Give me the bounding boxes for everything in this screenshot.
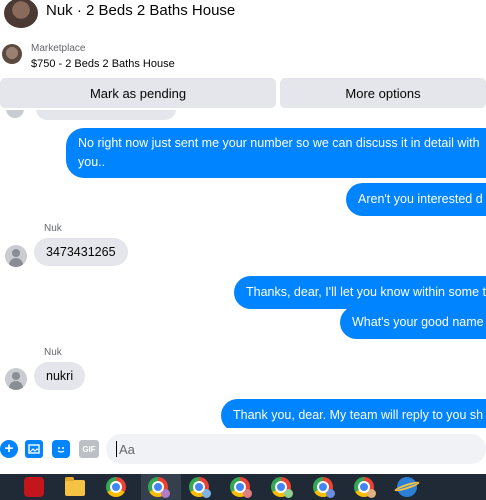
chrome-profile-icon[interactable] bbox=[313, 477, 335, 498]
outgoing-message-bubble[interactable]: What's your good name bbox=[340, 306, 486, 339]
conversation-title[interactable]: Nuk · 2 Beds 2 Baths House bbox=[46, 2, 235, 19]
chrome-profile-icon[interactable] bbox=[230, 477, 252, 498]
message-text: What's your good name bbox=[352, 315, 484, 329]
message-input-placeholder: Aa bbox=[119, 442, 135, 457]
message-text: you.. bbox=[78, 155, 106, 169]
message-text: No right now just sent me your number so… bbox=[78, 136, 480, 150]
message-text: Aren't you interested d bbox=[358, 192, 483, 206]
gif-icon[interactable]: GIF bbox=[79, 440, 99, 458]
outgoing-message-bubble[interactable]: Thank you, dear. My team will reply to y… bbox=[221, 399, 486, 428]
avatar bbox=[6, 110, 24, 118]
avatar bbox=[5, 368, 27, 390]
outgoing-message-bubble[interactable]: Thanks, dear, I'll let you know within s… bbox=[234, 276, 486, 309]
acrobat-icon[interactable] bbox=[24, 477, 44, 497]
chrome-icon[interactable] bbox=[106, 477, 126, 497]
sender-name: Nuk bbox=[44, 223, 62, 234]
message-text: nukri bbox=[46, 369, 74, 383]
chrome-profile-icon[interactable] bbox=[271, 477, 293, 498]
avatar bbox=[5, 245, 27, 267]
chrome-profile-icon[interactable] bbox=[148, 477, 170, 498]
plus-icon[interactable]: + bbox=[0, 440, 18, 458]
outgoing-message-bubble[interactable]: Aren't you interested d bbox=[346, 183, 486, 216]
text-caret bbox=[116, 441, 117, 457]
message-composer: + GIF Aa bbox=[0, 430, 486, 470]
listing-title: $750 - 2 Beds 2 Baths House bbox=[31, 58, 175, 70]
message-text: 3473431265 bbox=[46, 245, 116, 259]
contact-avatar[interactable] bbox=[4, 0, 38, 28]
message-input[interactable]: Aa bbox=[106, 434, 486, 464]
incoming-message-bubble[interactable]: 3473431265 bbox=[34, 238, 128, 266]
marketplace-label: Marketplace bbox=[31, 43, 86, 54]
photo-icon[interactable] bbox=[25, 440, 43, 458]
file-explorer-icon[interactable] bbox=[65, 477, 85, 496]
chrome-profile-icon[interactable] bbox=[189, 477, 211, 498]
windows-taskbar bbox=[0, 474, 486, 500]
message-text: Thanks, dear, I'll let you know within s… bbox=[246, 285, 486, 299]
mark-as-pending-button[interactable]: Mark as pending bbox=[0, 78, 276, 108]
marketplace-listing-card[interactable]: Marketplace $750 - 2 Beds 2 Baths House bbox=[0, 38, 486, 78]
message-list[interactable]: No right now just sent me your number so… bbox=[0, 110, 486, 428]
sticker-icon[interactable] bbox=[52, 440, 70, 458]
outgoing-message-bubble[interactable]: No right now just sent me your number so… bbox=[66, 128, 486, 178]
more-options-button[interactable]: More options bbox=[280, 78, 486, 108]
conversation-header: Nuk · 2 Beds 2 Baths House bbox=[0, 0, 486, 36]
sender-name: Nuk bbox=[44, 347, 62, 358]
chrome-profile-icon[interactable] bbox=[354, 477, 376, 498]
message-text: Thank you, dear. My team will reply to y… bbox=[233, 408, 484, 422]
listing-thumbnail bbox=[2, 44, 22, 64]
internet-explorer-icon[interactable] bbox=[397, 477, 417, 497]
incoming-message-bubble[interactable]: nukri bbox=[34, 362, 86, 390]
incoming-message-bubble bbox=[36, 110, 176, 120]
